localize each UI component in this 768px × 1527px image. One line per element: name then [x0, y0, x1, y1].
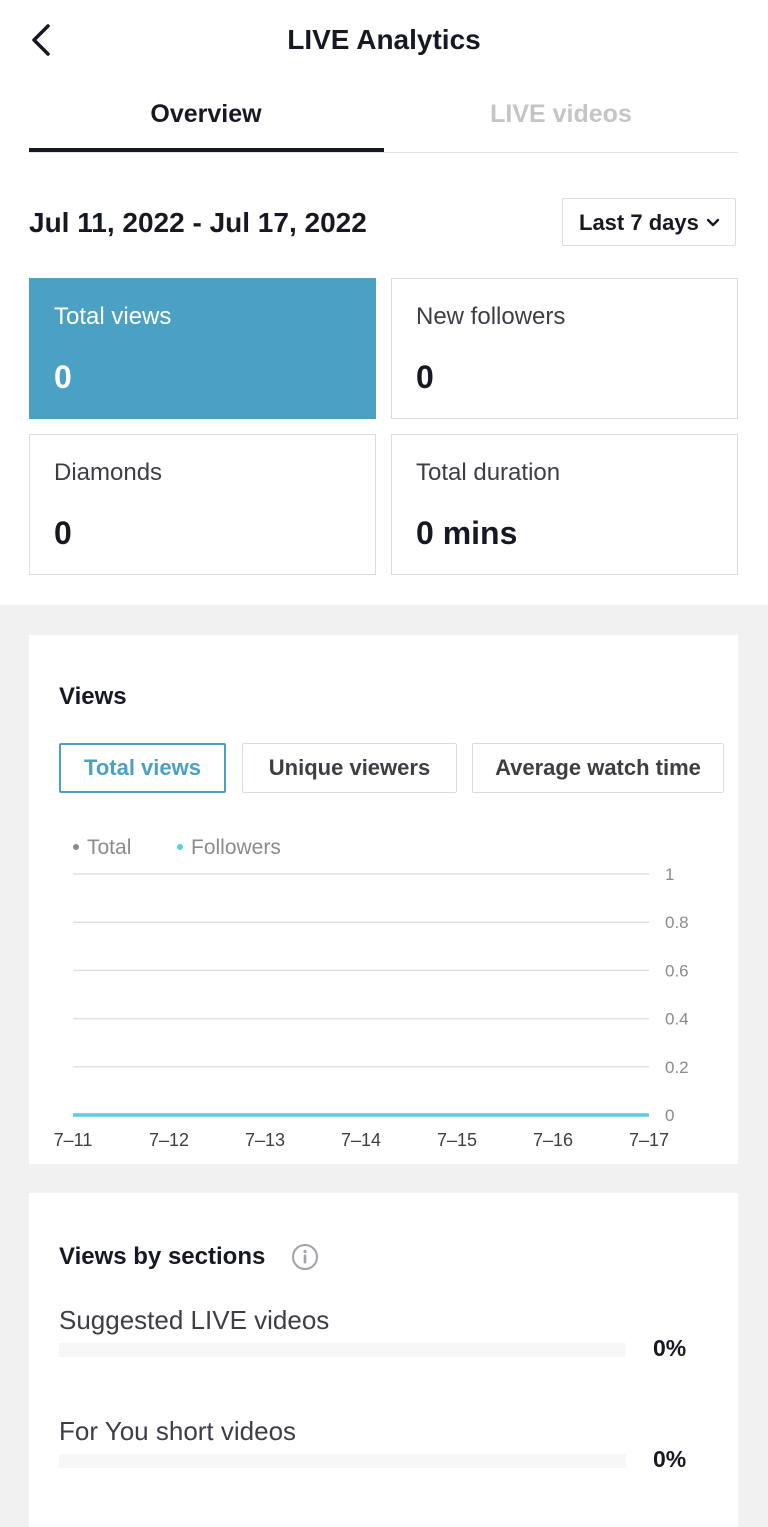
date-range-selector[interactable]: Last 7 days — [562, 198, 736, 246]
tab-live-videos[interactable]: LIVE videos — [384, 94, 738, 150]
stat-card-total-duration[interactable]: Total duration 0 mins — [391, 434, 738, 575]
views-line-chart: 0 0.2 0.4 0.6 0.8 1 7–11 7–12 7–13 7–14 7–15 7–16 7–… — [54, 865, 689, 1150]
y-tick-label: 0.6 — [665, 961, 689, 980]
y-tick-label: 0.4 — [665, 1010, 689, 1029]
chevron-down-icon — [706, 218, 720, 227]
stat-label: New followers — [416, 303, 566, 330]
page-title: LIVE Analytics — [287, 24, 481, 55]
stat-value: 0 — [54, 515, 72, 551]
section-label-suggested-live: Suggested LIVE videos — [59, 1305, 330, 1335]
date-range-selector-label: Last 7 days — [579, 210, 699, 235]
date-range-text: Jul 11, 2022 - Jul 17, 2022 — [29, 207, 367, 238]
x-tick-label: 7–13 — [245, 1130, 285, 1150]
views-panel-title: Views — [59, 683, 127, 710]
y-tick-label: 0 — [665, 1106, 674, 1125]
active-tab-indicator — [29, 148, 384, 152]
sections-panel: Views by sections Suggested LIVE videos … — [29, 1193, 738, 1527]
y-tick-label: 1 — [665, 865, 674, 884]
x-tick-label: 7–17 — [629, 1130, 669, 1150]
stat-card-total-views[interactable]: Total views 0 — [29, 278, 376, 419]
stat-label: Total views — [54, 303, 172, 330]
x-tick-label: 7–11 — [54, 1130, 93, 1150]
tab-overview[interactable]: Overview — [29, 94, 383, 150]
section-percent-for-you: 0% — [653, 1446, 687, 1472]
stat-label: Diamonds — [54, 459, 163, 486]
x-tick-label: 7–15 — [437, 1130, 477, 1150]
legend-dot-total — [73, 843, 79, 850]
section-bar-for-you — [59, 1454, 626, 1468]
stat-value: 0 mins — [416, 515, 518, 551]
section-percent-suggested-live: 0% — [653, 1335, 687, 1361]
sections-panel-title: Views by sections — [59, 1243, 266, 1270]
stat-card-diamonds[interactable]: Diamonds 0 — [29, 434, 376, 575]
metric-button-average-watch-time[interactable]: Average watch time — [472, 743, 724, 793]
section-bar-suggested-live — [59, 1343, 626, 1357]
stat-value: 0 — [416, 359, 434, 395]
stat-label: Total duration — [416, 459, 561, 486]
y-tick-label: 0.2 — [665, 1058, 689, 1077]
metric-button-total-views[interactable]: Total views — [59, 743, 226, 793]
tab-bar: Overview LIVE videos — [29, 94, 738, 153]
views-panel: Views Total views Unique viewers Average… — [29, 635, 738, 1164]
x-tick-label: 7–14 — [341, 1130, 381, 1150]
section-label-for-you: For You short videos — [59, 1416, 297, 1446]
legend-dot-followers — [177, 843, 183, 850]
top-section: LIVE Analytics Overview LIVE videos Jul … — [0, 0, 768, 605]
metric-button-unique-viewers[interactable]: Unique viewers — [242, 743, 457, 793]
x-tick-label: 7–16 — [533, 1130, 573, 1150]
stat-card-new-followers[interactable]: New followers 0 — [391, 278, 738, 419]
y-tick-label: 0.8 — [665, 913, 689, 932]
x-tick-label: 7–12 — [149, 1130, 189, 1150]
info-circle-icon[interactable] — [291, 1243, 319, 1271]
stat-value: 0 — [54, 359, 72, 395]
